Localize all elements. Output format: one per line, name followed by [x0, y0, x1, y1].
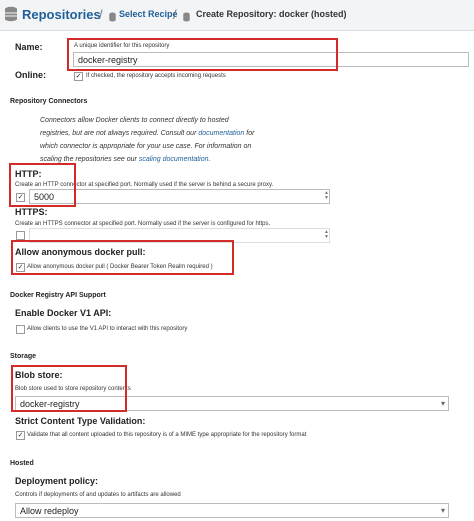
database-icon: [109, 9, 116, 27]
hosted-section-title: Hosted: [10, 460, 34, 467]
highlight-anon-pull: [11, 240, 234, 275]
highlight-http-field: [9, 163, 76, 207]
connectors-info-line: Connectors allow Docker clients to conne…: [40, 117, 229, 124]
strict-validation-checkbox[interactable]: ✓: [16, 431, 25, 440]
connectors-info-line: scaling the repositories see our scaling…: [40, 156, 211, 163]
https-checkbox[interactable]: [16, 231, 25, 240]
name-label: Name:: [15, 42, 43, 52]
strict-validation-help: Validate that all content uploaded to th…: [27, 432, 307, 438]
http-spinner-icon[interactable]: ▲ ▼: [324, 191, 329, 201]
deployment-policy-value: Allow redeploy: [20, 506, 79, 516]
online-label: Online:: [15, 70, 46, 80]
online-checkbox[interactable]: ✓: [74, 72, 83, 81]
documentation-link[interactable]: documentation: [198, 130, 244, 137]
breadcrumb-title[interactable]: Repositories: [22, 7, 101, 22]
breadcrumb-separator: /: [173, 7, 177, 22]
connectors-section-title: Repository Connectors: [10, 98, 88, 105]
breadcrumb-current: Create Repository: docker (hosted): [196, 9, 347, 19]
breadcrumb-separator: /: [99, 7, 103, 22]
scaling-documentation-link[interactable]: scaling documentation: [139, 156, 209, 163]
chevron-down-icon: ▾: [440, 506, 445, 515]
connectors-info-line: which connector is appropriate for your …: [40, 143, 252, 150]
v1-api-help: Allow clients to use the V1 API to inter…: [27, 326, 188, 332]
api-section-title: Docker Registry API Support: [10, 292, 106, 299]
highlight-name-field: [67, 38, 338, 71]
https-help: Create an HTTPS connector at specified p…: [15, 221, 271, 227]
breadcrumb-link-select-recipe[interactable]: Select Recipe: [119, 9, 178, 19]
breadcrumb-bar: Repositories / Select Recipe / Create Re…: [0, 0, 474, 31]
deployment-policy-help: Controls if deployments of and updates t…: [15, 492, 181, 498]
database-icon: [183, 9, 190, 27]
strict-validation-label: Strict Content Type Validation:: [15, 416, 146, 426]
connectors-info-line: registries, but are not always required.…: [40, 130, 255, 137]
database-stack-icon: [4, 6, 18, 27]
v1-api-checkbox[interactable]: [16, 325, 25, 334]
deployment-policy-label: Deployment policy:: [15, 476, 99, 486]
repository-form: Name: A unique identifier for this repos…: [4, 34, 469, 521]
https-spinner-icon[interactable]: ▲ ▼: [324, 230, 329, 240]
chevron-down-icon: ▾: [440, 399, 445, 408]
v1-api-label: Enable Docker V1 API:: [15, 308, 112, 318]
online-help: If checked, the repository accepts incom…: [86, 73, 226, 79]
highlight-blob-store: [11, 365, 127, 412]
deployment-policy-select[interactable]: Allow redeploy ▾: [15, 503, 449, 518]
connectors-info: Connectors allow Docker clients to conne…: [40, 114, 360, 166]
storage-section-title: Storage: [10, 353, 37, 360]
https-label: HTTPS:: [15, 207, 48, 217]
